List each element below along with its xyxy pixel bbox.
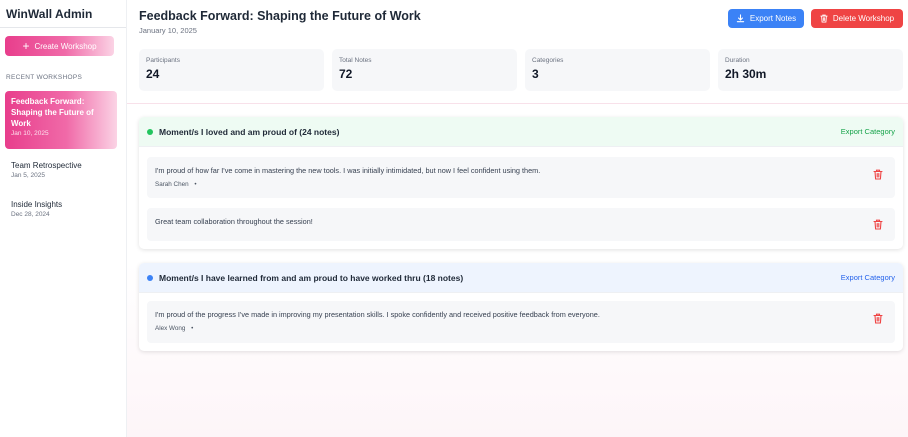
category-title: Moment/s I have learned from and am prou… xyxy=(159,272,464,283)
note-text: Great team collaboration throughout the … xyxy=(155,217,313,226)
workshop-date-header: January 10, 2025 xyxy=(139,26,197,35)
note-text: I'm proud of the progress I've made in i… xyxy=(155,310,600,319)
workshop-date: Jan 5, 2025 xyxy=(11,172,45,179)
export-category-link[interactable]: Export Category xyxy=(841,273,895,282)
stat-total-notes: Total Notes 72 xyxy=(332,49,517,91)
stat-value: 24 xyxy=(146,67,160,81)
plus-icon: + xyxy=(22,38,30,53)
trash-icon xyxy=(820,14,828,23)
section-divider xyxy=(127,103,908,104)
stat-label: Categories xyxy=(532,57,564,64)
note-author: Alex Wong xyxy=(155,325,186,332)
recent-workshops-heading: RECENT WORKSHOPS xyxy=(6,74,83,81)
note-meta-separator: • xyxy=(191,325,194,332)
delete-note-trash-icon[interactable] xyxy=(873,169,883,180)
note-meta: Alex Wong • xyxy=(155,325,887,332)
workshop-header: Feedback Forward: Shaping the Future of … xyxy=(139,9,421,35)
stat-value: 2h 30m xyxy=(725,67,767,81)
delete-note-trash-icon[interactable] xyxy=(873,219,883,230)
stat-participants: Participants 24 xyxy=(139,49,324,91)
delete-workshop-label: Delete Workshop xyxy=(832,14,895,23)
stat-value: 3 xyxy=(532,67,539,81)
export-notes-button[interactable]: Export Notes xyxy=(728,9,804,28)
workshop-item-feedback-forward[interactable]: Feedback Forward: Shaping the Future of … xyxy=(5,91,117,149)
delete-note-trash-icon[interactable] xyxy=(873,313,883,324)
note-author: Sarah Chen xyxy=(155,181,189,188)
export-category-link[interactable]: Export Category xyxy=(841,127,895,136)
create-workshop-button[interactable]: + Create Workshop xyxy=(5,36,114,56)
workshop-item-team-retrospective[interactable]: Team Retrospective Jan 5, 2025 xyxy=(5,160,117,179)
note-item: Great team collaboration throughout the … xyxy=(147,208,895,241)
stat-categories: Categories 3 xyxy=(525,49,710,91)
workshop-title: Inside Insights xyxy=(11,200,63,209)
download-icon xyxy=(736,14,745,23)
app-title: WinWall Admin xyxy=(0,0,126,28)
note-meta-separator: • xyxy=(194,181,197,188)
workshop-date: Dec 28, 2024 xyxy=(11,211,50,218)
sidebar: WinWall Admin + Create Workshop RECENT W… xyxy=(0,0,127,437)
workshop-date: Jan 10, 2025 xyxy=(11,130,49,137)
workshop-title: Feedback Forward: Shaping the Future of … xyxy=(11,97,94,128)
stat-label: Total Notes xyxy=(339,57,372,64)
stat-duration: Duration 2h 30m xyxy=(718,49,903,91)
stats-row: Participants 24 Total Notes 72 Categorie… xyxy=(139,49,903,91)
stat-value: 72 xyxy=(339,67,353,81)
note-item: I'm proud of the progress I've made in i… xyxy=(147,301,895,343)
category-card-loved: Moment/s I loved and am proud of (24 not… xyxy=(139,117,903,249)
create-workshop-label: Create Workshop xyxy=(34,41,97,51)
stat-label: Participants xyxy=(146,57,180,64)
note-meta: Sarah Chen • xyxy=(155,181,887,188)
category-title: Moment/s I loved and am proud of (24 not… xyxy=(159,126,340,137)
category-color-dot xyxy=(147,128,153,135)
workshop-item-inside-insights[interactable]: Inside Insights Dec 28, 2024 xyxy=(5,199,117,218)
page-title: Feedback Forward: Shaping the Future of … xyxy=(139,9,421,23)
note-text: I'm proud of how far I've come in master… xyxy=(155,166,541,175)
note-item: I'm proud of how far I've come in master… xyxy=(147,157,895,198)
main-content: Feedback Forward: Shaping the Future of … xyxy=(127,0,908,437)
category-card-learned: Moment/s I have learned from and am prou… xyxy=(139,263,903,351)
category-header: Moment/s I loved and am proud of (24 not… xyxy=(139,117,903,147)
category-color-dot xyxy=(147,274,153,281)
category-header: Moment/s I have learned from and am prou… xyxy=(139,263,903,293)
workshop-title: Team Retrospective xyxy=(11,161,82,170)
export-notes-label: Export Notes xyxy=(749,14,797,23)
delete-workshop-button[interactable]: Delete Workshop xyxy=(811,9,903,28)
stat-label: Duration xyxy=(725,57,750,64)
